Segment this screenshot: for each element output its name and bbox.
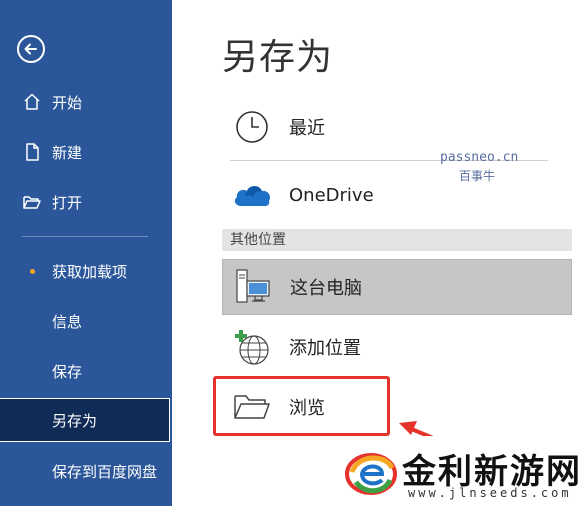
nav-get-addins-label: 获取加载项 <box>52 262 128 281</box>
home-icon <box>22 92 42 112</box>
location-add-place-label: 添加位置 <box>289 338 361 359</box>
nav-home-label: 开始 <box>52 93 83 112</box>
nav-save-as[interactable]: 另存为 <box>0 398 170 442</box>
location-recent-label: 最近 <box>289 118 325 139</box>
location-this-pc-label: 这台电脑 <box>290 278 362 299</box>
nav-save-to-baidu-label: 保存到百度网盘 <box>52 462 158 481</box>
location-recent[interactable]: 最近 <box>222 99 572 155</box>
nav-new[interactable]: 新建 <box>0 130 172 174</box>
nav-info[interactable]: 信息 <box>0 299 172 343</box>
computer-icon <box>231 265 275 309</box>
sidebar-divider <box>22 236 148 237</box>
page-title: 另存为 <box>222 37 334 78</box>
nav-info-label: 信息 <box>52 312 83 331</box>
nav-save-label: 保存 <box>52 362 83 381</box>
onedrive-cloud-icon <box>230 173 274 217</box>
brand-mark-icon <box>345 453 397 495</box>
location-add-place[interactable]: 添加位置 <box>222 319 572 375</box>
location-this-pc[interactable]: 这台电脑 <box>222 259 572 315</box>
brand-url: www.jlnseeds.com <box>408 486 572 500</box>
clock-icon <box>230 105 274 149</box>
section-other-locations: 其他位置 <box>222 229 572 251</box>
nav-new-label: 新建 <box>52 143 83 162</box>
nav-save-to-baidu[interactable]: 保存到百度网盘 <box>0 449 172 493</box>
notification-dot <box>30 269 35 274</box>
location-onedrive-label: OneDrive <box>289 184 374 206</box>
new-document-icon <box>22 142 42 162</box>
back-button[interactable] <box>17 35 45 63</box>
brand-logo: 金利新游网 www.jlnseeds.com <box>336 436 586 506</box>
folder-open-icon <box>22 192 42 212</box>
watermark-site: passneo.cn <box>440 150 519 165</box>
nav-open-label: 打开 <box>52 193 83 212</box>
globe-add-icon <box>230 325 274 369</box>
nav-get-addins[interactable]: 获取加载项 <box>0 249 172 293</box>
nav-save[interactable]: 保存 <box>0 349 172 393</box>
nav-open[interactable]: 打开 <box>0 180 172 224</box>
arrow-left-icon <box>24 43 37 55</box>
backstage-sidebar: 开始 新建 打开 获取加载项 信息 保存 另存为 保存到百度网盘 <box>0 0 172 506</box>
highlight-box <box>213 376 390 436</box>
nav-home[interactable]: 开始 <box>0 80 172 124</box>
location-onedrive[interactable]: OneDrive <box>222 167 572 223</box>
nav-save-as-label: 另存为 <box>52 411 98 430</box>
